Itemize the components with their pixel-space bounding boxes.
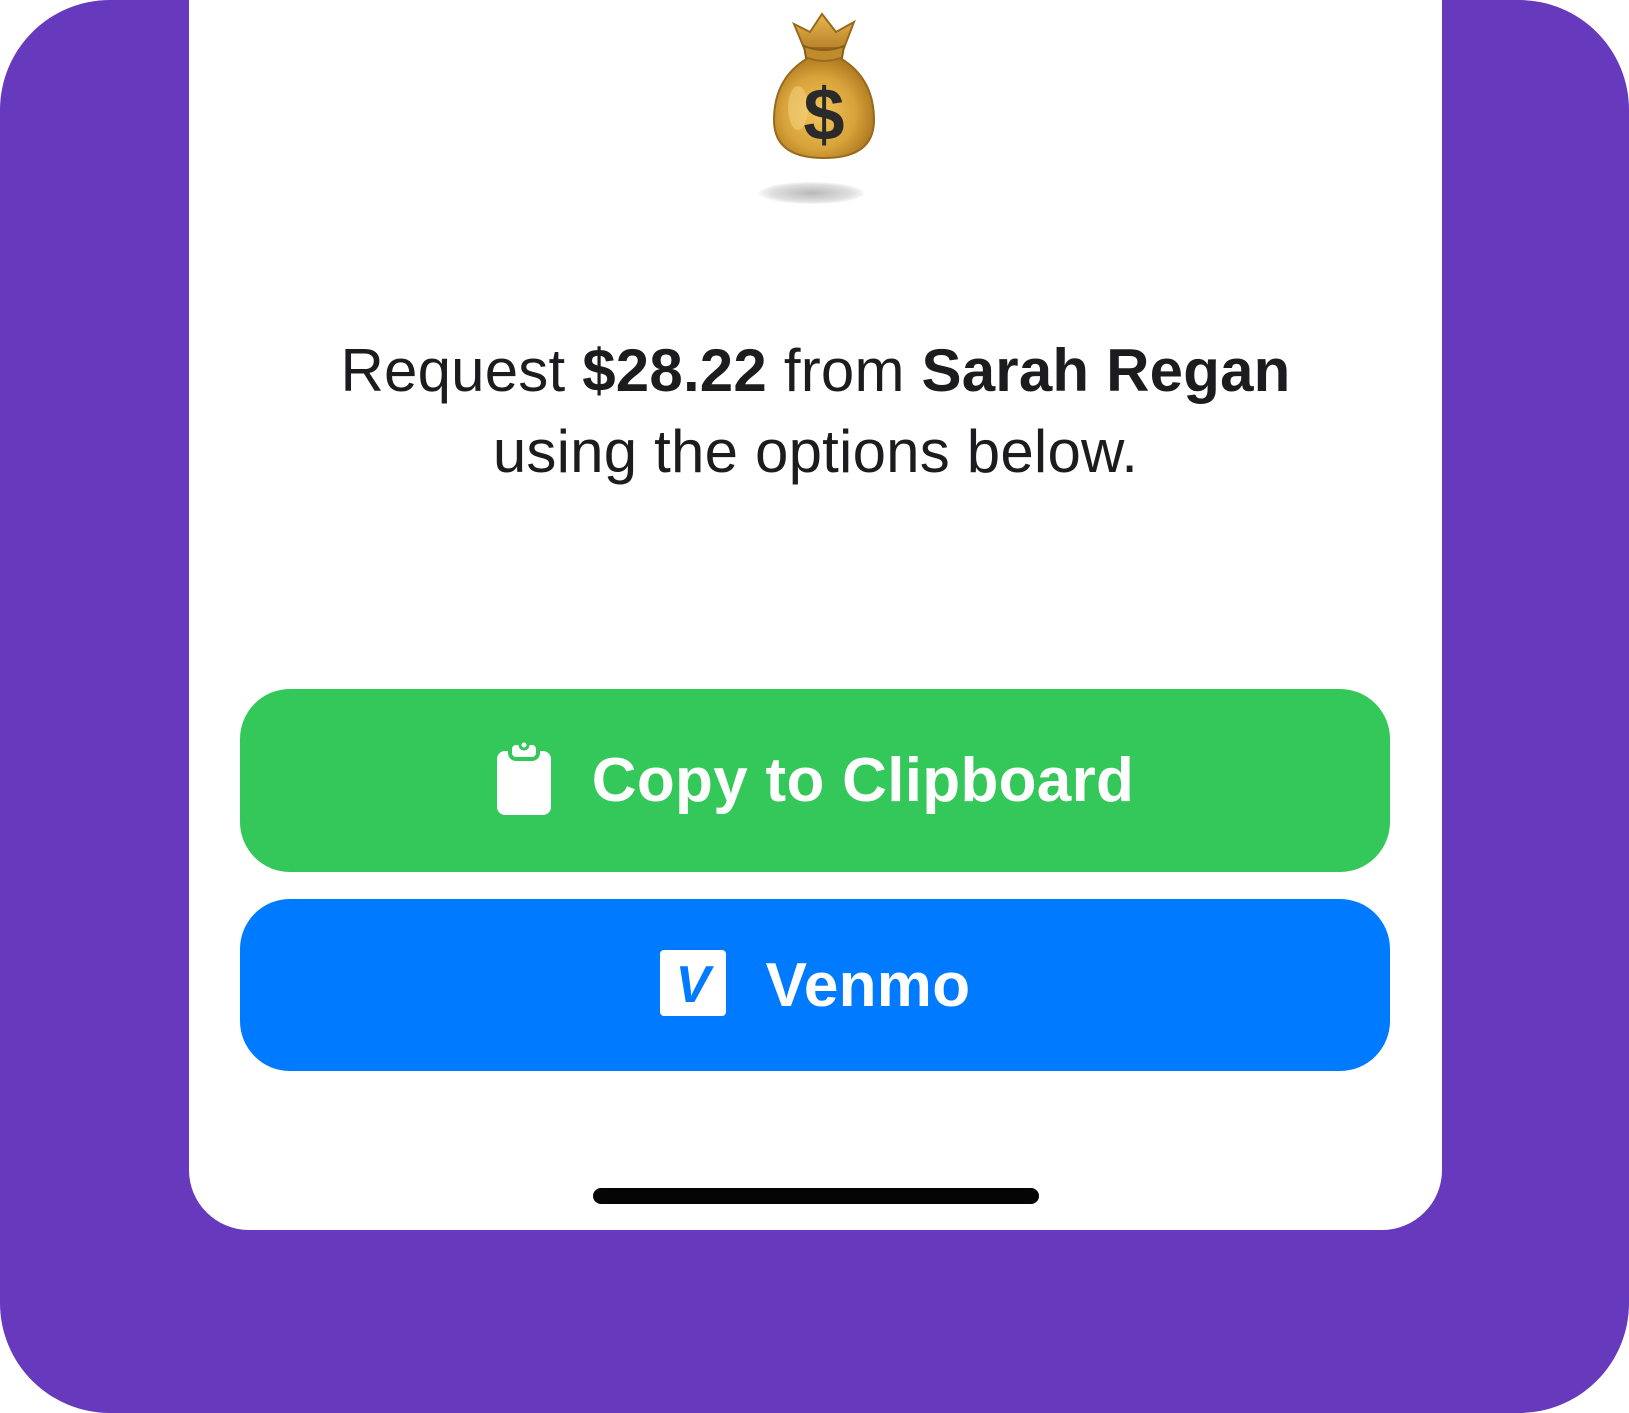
copy-button-label: Copy to Clipboard — [591, 746, 1135, 815]
copy-to-clipboard-button[interactable]: Copy to Clipboard — [240, 689, 1390, 872]
message-prefix: Request — [340, 337, 583, 404]
money-bag-icon: $ — [764, 8, 884, 178]
venmo-icon-letter: V — [675, 956, 714, 1014]
background-frame: $ Request $28.22 from Sarah Regan using … — [0, 0, 1629, 1413]
emoji-shadow — [759, 182, 864, 204]
clipboard-icon — [496, 739, 552, 822]
request-amount: $28.22 — [582, 337, 767, 404]
message-middle: from — [766, 337, 922, 404]
requestee-name: Sarah Regan — [921, 337, 1291, 404]
request-message: Request $28.22 from Sarah Regan using th… — [289, 330, 1342, 492]
venmo-button-label: Venmo — [765, 950, 971, 1020]
venmo-button[interactable]: V Venmo — [240, 899, 1390, 1071]
dollar-sign: $ — [803, 73, 844, 156]
request-screen: $ Request $28.22 from Sarah Regan using … — [189, 0, 1442, 1230]
message-suffix: using the options below. — [492, 418, 1139, 485]
venmo-icon: V — [659, 949, 726, 1021]
home-indicator — [593, 1188, 1039, 1204]
